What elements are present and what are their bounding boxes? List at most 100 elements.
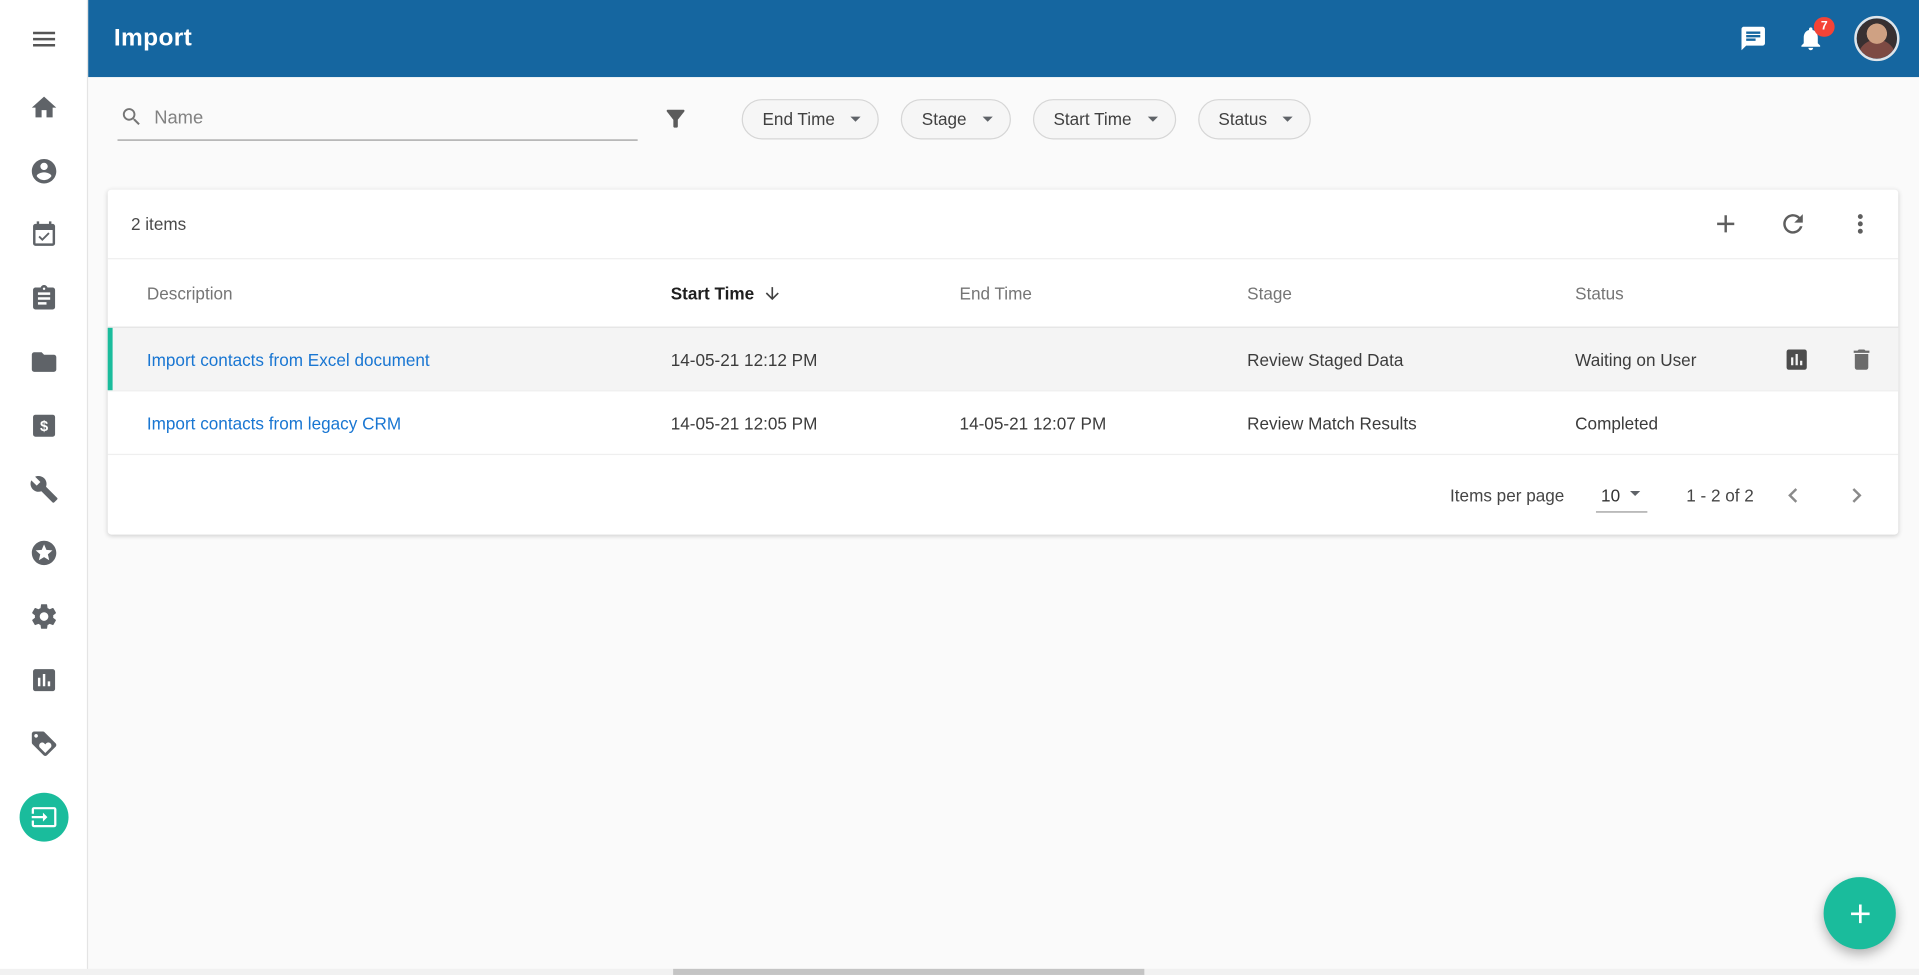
table-header: Description Start Time End Time Stage St… [108, 259, 1899, 328]
search-box [117, 97, 637, 140]
svg-text:$: $ [39, 419, 47, 435]
trash-icon [1848, 346, 1875, 373]
chevron-down-icon [1623, 481, 1647, 505]
sidebar-item-tools[interactable] [29, 475, 58, 504]
menu-icon [29, 24, 58, 53]
column-label: Start Time [671, 283, 754, 303]
account-circle-icon [29, 157, 58, 186]
table-row[interactable]: Import contacts from legacy CRM 14-05-21… [108, 391, 1899, 455]
wrench-icon [29, 475, 58, 504]
plus-icon [1711, 209, 1740, 238]
star-circle-icon [29, 538, 58, 567]
folder-icon [29, 347, 58, 376]
refresh-icon [1778, 209, 1807, 238]
filters-bar: End Time Stage Start Time Status [117, 93, 1894, 144]
previous-page-button[interactable] [1778, 481, 1807, 510]
column-stage[interactable]: Stage [1247, 283, 1575, 303]
sidebar-item-favorites[interactable] [29, 538, 58, 567]
chip-label: Stage [922, 109, 967, 129]
more-options-button[interactable] [1846, 209, 1875, 238]
add-import-button[interactable] [1711, 209, 1740, 238]
chat-icon [1739, 24, 1767, 52]
tag-icon [29, 729, 58, 758]
filter-chips: End Time Stage Start Time Status [742, 98, 1311, 138]
gear-icon [29, 602, 58, 631]
sidebar-item-billing[interactable]: $ [29, 411, 58, 440]
column-description[interactable]: Description [147, 283, 671, 303]
cell-stage: Review Match Results [1247, 413, 1575, 433]
cell-status: Waiting on User [1575, 349, 1760, 369]
column-status[interactable]: Status [1575, 283, 1760, 303]
pagination: Items per page 10 1 - 2 of 2 [108, 456, 1899, 534]
bar-chart-icon [29, 665, 58, 694]
menu-slot [0, 0, 87, 77]
import-active-circle [19, 793, 68, 842]
scrollbar-thumb[interactable] [673, 969, 1144, 975]
topbar: Import 7 [87, 0, 1919, 77]
avatar[interactable] [1854, 16, 1899, 61]
sidebar-item-tags[interactable] [29, 729, 58, 758]
column-start-time[interactable]: Start Time [671, 283, 960, 303]
row-report-button[interactable] [1783, 346, 1810, 373]
dollar-square-icon: $ [29, 411, 58, 440]
cell-status: Completed [1575, 413, 1760, 433]
viewport: $ Import [0, 0, 1919, 975]
results-card: 2 items Description Start Time [108, 190, 1899, 535]
pagination-range: 1 - 2 of 2 [1686, 486, 1754, 506]
app-window: $ Import [0, 0, 1919, 975]
items-per-page-label: Items per page [1450, 486, 1564, 506]
notification-badge: 7 [1814, 17, 1835, 37]
avatar-image [1857, 18, 1897, 58]
import-icon [30, 804, 57, 831]
table-row[interactable]: Import contacts from Excel document 14-0… [108, 328, 1899, 392]
calendar-check-icon [29, 220, 58, 249]
search-input[interactable] [154, 107, 635, 128]
sidebar-item-tasks[interactable] [29, 284, 58, 313]
horizontal-scrollbar[interactable] [0, 969, 1919, 975]
cell-stage: Review Staged Data [1247, 349, 1575, 369]
cell-description: Import contacts from Excel document [147, 349, 671, 369]
sidebar-item-settings[interactable] [29, 602, 58, 631]
sidebar-item-contacts[interactable] [29, 157, 58, 186]
sidebar-item-import[interactable] [19, 793, 68, 842]
sidebar-item-documents[interactable] [29, 347, 58, 376]
content-area: End Time Stage Start Time Status [87, 77, 1919, 975]
cell-description: Import contacts from legacy CRM [147, 413, 671, 433]
home-icon [29, 93, 58, 122]
row-description-link[interactable]: Import contacts from legacy CRM [147, 413, 401, 433]
clipboard-icon [29, 284, 58, 313]
sidebar-item-calendar[interactable] [29, 220, 58, 249]
filter-chip-start-time[interactable]: Start Time [1033, 98, 1176, 138]
topbar-actions: 7 [1739, 16, 1899, 61]
filter-button[interactable] [662, 105, 689, 132]
filter-chip-status[interactable]: Status [1198, 98, 1311, 138]
chevron-left-icon [1778, 481, 1807, 510]
filter-chip-stage[interactable]: Stage [901, 98, 1011, 138]
chevron-down-icon [975, 106, 999, 130]
search-icon [120, 105, 143, 128]
row-description-link[interactable]: Import contacts from Excel document [147, 349, 430, 369]
next-page-button[interactable] [1842, 481, 1871, 510]
filter-funnel-icon [662, 105, 689, 132]
page-size-select[interactable]: 10 [1596, 478, 1647, 512]
sidebar-item-reports[interactable] [29, 665, 58, 694]
sidebar-item-home[interactable] [29, 93, 58, 122]
column-end-time[interactable]: End Time [960, 283, 1248, 303]
cell-end-time: 14-05-21 12:07 PM [960, 413, 1248, 433]
chip-label: End Time [762, 109, 834, 129]
notifications-button[interactable]: 7 [1797, 24, 1825, 52]
chevron-down-icon [1140, 106, 1164, 130]
bar-chart-icon [1783, 346, 1810, 373]
row-delete-button[interactable] [1848, 346, 1875, 373]
sidebar-menu-button[interactable] [29, 24, 58, 53]
chevron-down-icon [843, 106, 867, 130]
refresh-button[interactable] [1778, 209, 1807, 238]
chat-button[interactable] [1739, 24, 1767, 52]
row-actions [1760, 346, 1898, 373]
cell-start-time: 14-05-21 12:05 PM [671, 413, 960, 433]
kebab-icon [1846, 209, 1875, 238]
card-toolbar-actions [1711, 209, 1875, 238]
fab-add-button[interactable] [1824, 877, 1896, 949]
plus-icon [1844, 897, 1876, 929]
filter-chip-end-time[interactable]: End Time [742, 98, 879, 138]
